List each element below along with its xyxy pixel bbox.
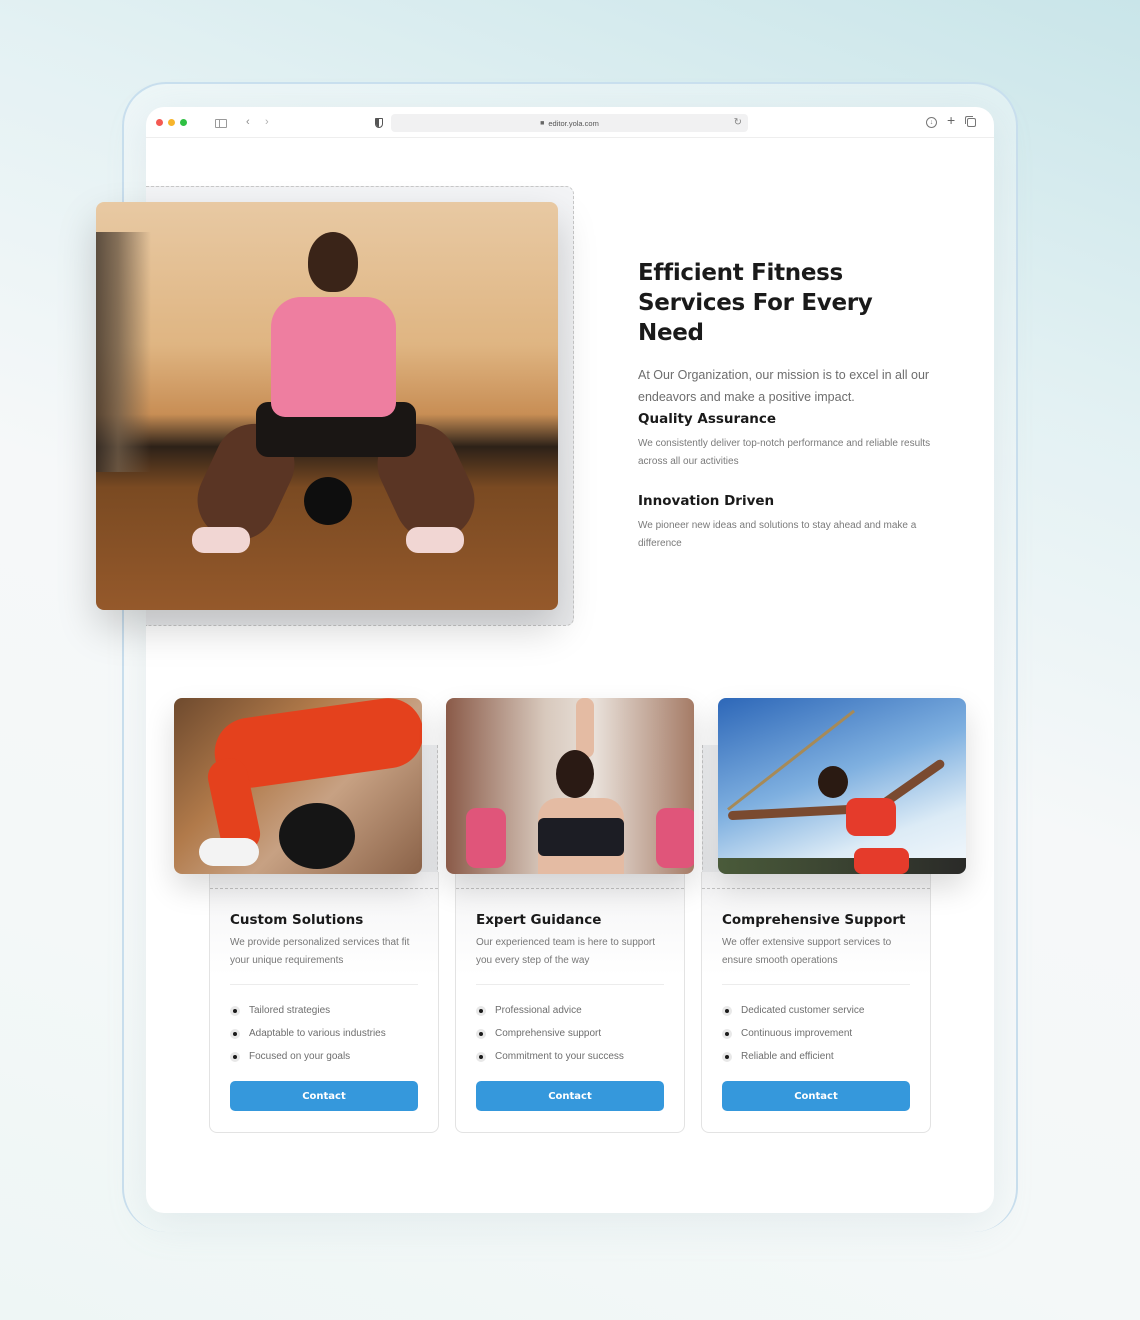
card-divider bbox=[476, 984, 664, 985]
background-figure bbox=[656, 808, 694, 868]
bullet-icon bbox=[722, 1051, 732, 1062]
card-title: Expert Guidance bbox=[476, 912, 602, 928]
figure-head bbox=[818, 766, 848, 798]
tab-overview-icon[interactable] bbox=[965, 116, 976, 127]
figure-sports-bra bbox=[538, 818, 624, 856]
bullet-icon bbox=[476, 1051, 486, 1062]
hero-image[interactable] bbox=[96, 202, 558, 610]
contact-button[interactable]: Contact bbox=[230, 1081, 418, 1111]
reload-icon[interactable]: ↻ bbox=[734, 117, 742, 128]
weight-rack-shape bbox=[96, 232, 151, 472]
bullet-icon bbox=[722, 1005, 732, 1016]
feature-description: We pioneer new ideas and solutions to st… bbox=[638, 520, 917, 549]
bullet-icon bbox=[230, 1051, 240, 1062]
maximize-window-button[interactable] bbox=[180, 119, 187, 126]
contact-button[interactable]: Contact bbox=[476, 1081, 664, 1111]
dumbbell-class-image[interactable] bbox=[446, 698, 694, 874]
list-item: Dedicated customer service bbox=[722, 999, 910, 1022]
figure-shoe-right bbox=[406, 527, 464, 553]
list-item-text: Reliable and efficient bbox=[741, 1051, 834, 1062]
browser-toolbar: ‹ › ■ editor.yola.com ↻ ↓ + bbox=[146, 107, 994, 138]
chevron-left-icon[interactable]: ‹ bbox=[246, 116, 250, 128]
card-feature-list: Tailored strategies Adaptable to various… bbox=[230, 999, 418, 1068]
list-item-text: Continuous improvement bbox=[741, 1028, 853, 1039]
figure-head bbox=[308, 232, 358, 292]
bullet-icon bbox=[476, 1005, 486, 1016]
background-figure bbox=[466, 808, 506, 868]
feature-quality-assurance: Quality Assurance We consistently delive… bbox=[638, 410, 938, 471]
javelin-throw-image[interactable] bbox=[718, 698, 966, 874]
ground-strip bbox=[718, 858, 966, 874]
figure-arm bbox=[576, 698, 594, 758]
hero-subtitle: At Our Organization, our mission is to e… bbox=[638, 368, 930, 404]
card-title: Custom Solutions bbox=[230, 912, 364, 928]
card-description: We provide personalized services that fi… bbox=[230, 937, 410, 966]
hero-text-block: Efficient Fitness Services For Every Nee… bbox=[638, 258, 938, 408]
barbell-workout-image[interactable] bbox=[174, 698, 422, 874]
lock-icon: ■ bbox=[540, 119, 545, 127]
address-bar[interactable]: ■ editor.yola.com ↻ bbox=[391, 114, 748, 132]
card-feature-list: Dedicated customer service Continuous im… bbox=[722, 999, 910, 1068]
list-item: Tailored strategies bbox=[230, 999, 418, 1022]
list-item: Reliable and efficient bbox=[722, 1045, 910, 1068]
chevron-right-icon[interactable]: › bbox=[265, 116, 269, 128]
list-item: Commitment to your success bbox=[476, 1045, 664, 1068]
list-item: Professional advice bbox=[476, 999, 664, 1022]
download-icon[interactable]: ↓ bbox=[926, 117, 937, 128]
bullet-icon bbox=[722, 1028, 732, 1039]
sidebar-toggle-icon[interactable] bbox=[215, 119, 227, 128]
figure-shoe bbox=[199, 838, 259, 866]
feature-innovation-driven: Innovation Driven We pioneer new ideas a… bbox=[638, 492, 938, 553]
minimize-window-button[interactable] bbox=[168, 119, 175, 126]
bullet-icon bbox=[476, 1028, 486, 1039]
list-item: Continuous improvement bbox=[722, 1022, 910, 1045]
card-feature-list: Professional advice Comprehensive suppor… bbox=[476, 999, 664, 1068]
bullet-icon bbox=[230, 1005, 240, 1016]
card-description: We offer extensive support services to e… bbox=[722, 937, 892, 966]
card-description: Our experienced team is here to support … bbox=[476, 937, 655, 966]
figure-arm bbox=[727, 804, 854, 821]
list-item: Comprehensive support bbox=[476, 1022, 664, 1045]
figure-head bbox=[556, 750, 594, 798]
window-controls bbox=[156, 119, 187, 126]
bullet-icon bbox=[230, 1028, 240, 1039]
list-item: Focused on your goals bbox=[230, 1045, 418, 1068]
contact-button[interactable]: Contact bbox=[722, 1081, 910, 1111]
figure-shorts bbox=[854, 848, 909, 874]
list-item: Adaptable to various industries bbox=[230, 1022, 418, 1045]
hero-title: Efficient Fitness Services For Every Nee… bbox=[638, 260, 873, 346]
new-tab-icon[interactable]: + bbox=[947, 113, 955, 127]
list-item-text: Professional advice bbox=[495, 1005, 582, 1016]
figure-top bbox=[846, 798, 896, 836]
list-item-text: Dedicated customer service bbox=[741, 1005, 865, 1016]
dashed-divider bbox=[456, 888, 684, 889]
figure-shirt bbox=[271, 297, 396, 417]
close-window-button[interactable] bbox=[156, 119, 163, 126]
feature-description: We consistently deliver top-notch perfor… bbox=[638, 438, 931, 467]
list-item-text: Adaptable to various industries bbox=[249, 1028, 386, 1039]
url-text: editor.yola.com bbox=[548, 118, 599, 128]
list-item-text: Commitment to your success bbox=[495, 1051, 624, 1062]
card-title: Comprehensive Support bbox=[722, 912, 906, 928]
card-divider bbox=[722, 984, 910, 985]
dashed-divider bbox=[210, 888, 438, 889]
service-card-comprehensive-support: Comprehensive Support We offer extensive… bbox=[701, 872, 931, 1133]
dashed-divider bbox=[702, 888, 930, 889]
privacy-shield-icon[interactable] bbox=[375, 118, 383, 128]
service-card-custom-solutions: Custom Solutions We provide personalized… bbox=[209, 872, 439, 1133]
list-item-text: Comprehensive support bbox=[495, 1028, 602, 1039]
kettlebell-shape bbox=[304, 477, 352, 525]
feature-title: Quality Assurance bbox=[638, 411, 777, 427]
weight-plate-shape bbox=[279, 803, 355, 869]
figure-shoe-left bbox=[192, 527, 250, 553]
card-divider bbox=[230, 984, 418, 985]
service-card-expert-guidance: Expert Guidance Our experienced team is … bbox=[455, 872, 685, 1133]
feature-title: Innovation Driven bbox=[638, 493, 775, 509]
list-item-text: Tailored strategies bbox=[249, 1005, 331, 1016]
list-item-text: Focused on your goals bbox=[249, 1051, 351, 1062]
